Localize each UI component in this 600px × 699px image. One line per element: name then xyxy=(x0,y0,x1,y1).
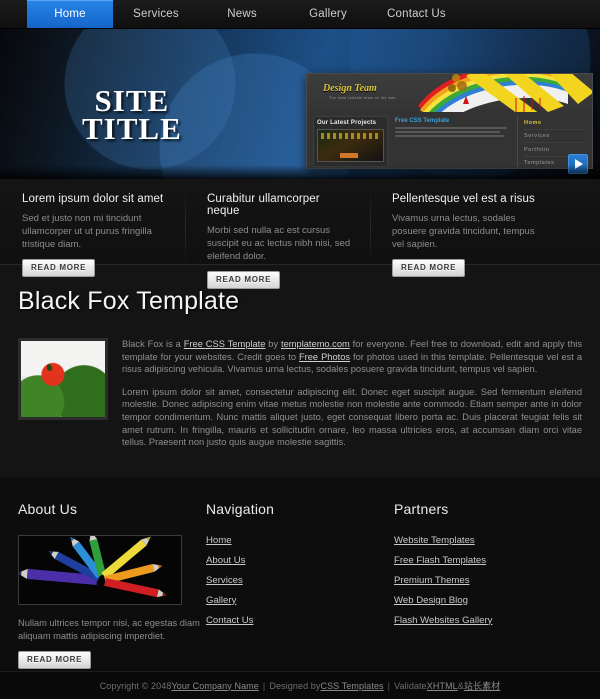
teaser-column-3: Pellentesque vel est a risus Vivamus urn… xyxy=(370,187,555,277)
play-icon[interactable] xyxy=(568,154,588,174)
partner-flash-websites-gallery[interactable]: Flash Websites Gallery xyxy=(394,615,582,626)
site-title: SITE TITLE xyxy=(82,83,182,146)
footer-nav-contact-us[interactable]: Contact Us xyxy=(206,615,394,626)
about-image xyxy=(18,534,182,605)
designed-by-label: Designed by xyxy=(269,680,321,691)
main-navigation: Home Services News Gallery Contact Us xyxy=(0,0,600,29)
footer-nav-gallery[interactable]: Gallery xyxy=(206,595,394,606)
teaser-text: Morbi sed nulla ac est cursus suscipit e… xyxy=(207,225,351,262)
footer-about-column: About Us Nullam ultrices tempor nisi, ac… xyxy=(18,501,206,669)
teaser-title: Lorem ipsum dolor sit amet xyxy=(22,193,164,205)
teaser-title: Pellentesque vel est a risus xyxy=(392,193,535,205)
nav-item-news[interactable]: News xyxy=(199,0,285,28)
footer-columns: About Us Nullam ultrices tempor nisi, ac… xyxy=(0,476,600,695)
content-thumbnail xyxy=(18,338,108,420)
teaser-column-2: Curabitur ullamcorper neque Morbi sed nu… xyxy=(185,187,370,289)
partner-web-design-blog[interactable]: Web Design Blog xyxy=(394,595,582,606)
banner-preview-feature-text xyxy=(395,127,512,137)
chinese-partner-link[interactable]: 站长素材 xyxy=(464,679,500,692)
page-root: Home Services News Gallery Contact Us SI… xyxy=(0,0,600,699)
page-title: Black Fox Template xyxy=(18,287,240,315)
colored-pencils-icon xyxy=(19,535,181,604)
banner-preview-tagline: The most reliable team on the web xyxy=(329,96,396,100)
banner-preview-projects-panel: Our Latest Projects xyxy=(313,116,388,167)
teaser-read-more-button[interactable]: READ MORE xyxy=(392,259,466,277)
copyright-separator-1: | xyxy=(262,680,266,691)
copyright-bar: Copyright © 2048 Your Company Name | Des… xyxy=(0,671,600,699)
paragraph1-part-a: Black Fox is a xyxy=(122,339,184,349)
teaser-title: Curabitur ullamcorper neque xyxy=(207,193,320,217)
paragraph1-part-b: by xyxy=(265,339,282,349)
hero-header: SITE TITLE Design Team The most reliable… xyxy=(0,29,600,179)
about-read-more-button[interactable]: READ MORE xyxy=(18,650,92,669)
free-photos-link[interactable]: Free Photos xyxy=(299,352,350,362)
teaser-text: Sed et justo non mi tincidunt ullamcorpe… xyxy=(22,213,152,250)
banner-preview-image[interactable]: Design Team The most reliable team on th… xyxy=(306,73,593,169)
teaser-column-1: Lorem ipsum dolor sit amet Sed et justo … xyxy=(0,193,185,277)
banner-preview-menu-services[interactable]: Services xyxy=(524,130,586,143)
free-css-template-link[interactable]: Free CSS Template xyxy=(184,339,266,349)
about-heading: About Us xyxy=(18,500,78,517)
main-content-body: Black Fox is a Free CSS Template by temp… xyxy=(18,338,582,449)
partner-website-templates[interactable]: Website Templates xyxy=(394,535,582,546)
main-content: Black Fox Template Black Fox is a Free C… xyxy=(0,265,600,477)
content-paragraph-2: Lorem ipsum dolor sit amet, consectetur … xyxy=(122,386,582,448)
banner-preview-panel-heading: Our Latest Projects xyxy=(317,120,377,126)
teaser-columns: Lorem ipsum dolor sit amet Sed et justo … xyxy=(0,179,600,289)
css-templates-link[interactable]: CSS Templates xyxy=(320,681,383,691)
xhtml-link[interactable]: XHTML xyxy=(427,681,458,691)
company-name-link[interactable]: Your Company Name xyxy=(171,681,258,691)
banner-preview-feature: Free CSS Template xyxy=(388,116,517,167)
nav-item-gallery[interactable]: Gallery xyxy=(285,0,371,28)
banner-preview-feature-link[interactable]: Free CSS Template xyxy=(395,118,512,124)
copyright-prefix: Copyright © 2048 xyxy=(99,680,172,691)
footer-nav-services[interactable]: Services xyxy=(206,575,394,586)
footer-navigation-column: Navigation Home About Us Services Galler… xyxy=(206,501,394,669)
content-paragraph-1: Black Fox is a Free CSS Template by temp… xyxy=(122,338,582,376)
about-text: Nullam ultrices tempor nisi, ac egestas … xyxy=(18,617,200,641)
partner-free-flash-templates[interactable]: Free Flash Templates xyxy=(394,555,582,566)
navigation-heading: Navigation xyxy=(206,500,275,517)
banner-preview-logo: Design Team xyxy=(323,83,377,94)
footer-partners-column: Partners Website Templates Free Flash Te… xyxy=(394,501,582,669)
nav-item-contact-us[interactable]: Contact Us xyxy=(371,0,462,28)
templatemo-link[interactable]: templatemo.com xyxy=(281,339,350,349)
tomato-lettuce-icon xyxy=(21,341,105,417)
banner-preview-thumbnail xyxy=(317,129,384,162)
teaser-read-more-button[interactable]: READ MORE xyxy=(22,259,96,277)
banner-preview-body: Our Latest Projects Free CSS Template Ho… xyxy=(307,112,592,167)
teaser-read-more-button[interactable]: READ MORE xyxy=(207,271,281,289)
banner-preview-artwork xyxy=(418,74,592,112)
nav-item-home[interactable]: Home xyxy=(27,0,113,28)
content-copy: Black Fox is a Free CSS Template by temp… xyxy=(122,338,582,449)
validate-label: Validate xyxy=(394,680,427,691)
banner-preview-header: Design Team The most reliable team on th… xyxy=(307,74,592,112)
partner-premium-themes[interactable]: Premium Themes xyxy=(394,575,582,586)
nav-item-services[interactable]: Services xyxy=(113,0,199,28)
footer-nav-home[interactable]: Home xyxy=(206,535,394,546)
partners-heading: Partners xyxy=(394,500,449,517)
play-triangle-icon xyxy=(574,159,583,169)
footer-nav-about-us[interactable]: About Us xyxy=(206,555,394,566)
copyright-separator-2: | xyxy=(387,680,391,691)
teaser-text: Vivamus urna lectus, sodales posuere gra… xyxy=(392,213,535,250)
banner-preview-menu-home[interactable]: Home xyxy=(524,116,586,130)
